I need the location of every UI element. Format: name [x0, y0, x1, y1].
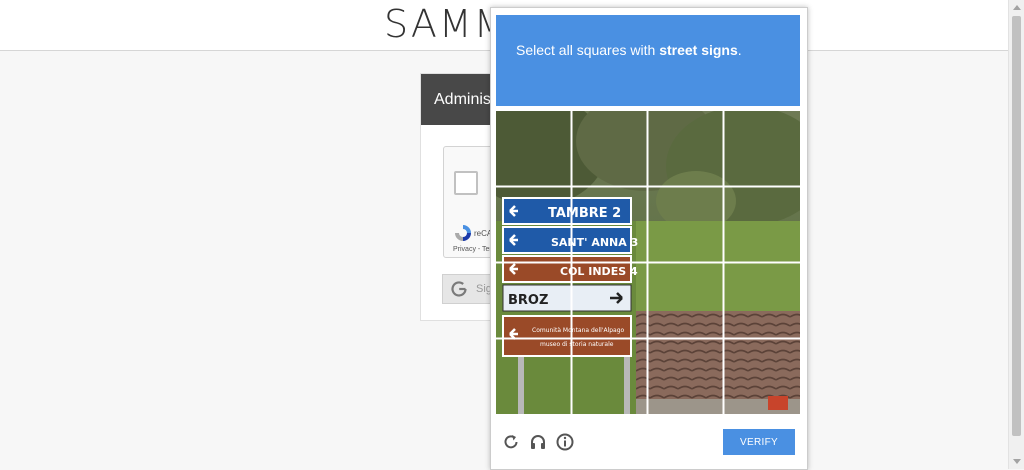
- recaptcha-logo-icon: [455, 225, 471, 241]
- audio-icon[interactable]: [528, 432, 548, 452]
- scroll-up-arrow-icon[interactable]: [1013, 5, 1021, 10]
- captcha-tile-r2-c2[interactable]: [572, 187, 646, 261]
- login-card-title: Adminis: [434, 91, 491, 108]
- captcha-tile-r4-c2[interactable]: [572, 339, 646, 413]
- captcha-tile-r1-c1[interactable]: [496, 111, 570, 185]
- info-icon[interactable]: [555, 432, 575, 452]
- captcha-tile-r2-c1[interactable]: [496, 187, 570, 261]
- captcha-instruction-header: Select all squares with street signs.: [496, 15, 800, 106]
- recaptcha-checkbox[interactable]: [454, 171, 478, 195]
- scroll-down-arrow-icon[interactable]: [1013, 459, 1021, 464]
- captcha-challenge-dialog: Select all squares with street signs. TA…: [490, 7, 808, 470]
- reload-icon[interactable]: [501, 432, 521, 452]
- captcha-instruction-prefix: Select all squares with: [516, 42, 660, 58]
- captcha-instruction-suffix: .: [737, 42, 742, 58]
- verify-button[interactable]: VERIFY: [723, 429, 795, 455]
- captcha-tile-r3-c4[interactable]: [724, 263, 798, 337]
- vertical-scrollbar[interactable]: [1008, 0, 1024, 469]
- captcha-tile-r2-c4[interactable]: [724, 187, 798, 261]
- google-g-icon: [451, 281, 467, 297]
- captcha-tile-r2-c3[interactable]: [648, 187, 722, 261]
- scrollbar-thumb[interactable]: [1012, 16, 1021, 436]
- captcha-tile-r4-c3[interactable]: [648, 339, 722, 413]
- captcha-instruction-target: street signs: [659, 42, 738, 58]
- captcha-tile-r1-c3[interactable]: [648, 111, 722, 185]
- captcha-instruction-text: Select all squares with street signs.: [516, 42, 742, 58]
- captcha-tile-r3-c2[interactable]: [572, 263, 646, 337]
- captcha-tile-r4-c4[interactable]: [724, 339, 798, 413]
- captcha-tile-r1-c2[interactable]: [572, 111, 646, 185]
- captcha-tile-r3-c1[interactable]: [496, 263, 570, 337]
- captcha-tile-r1-c4[interactable]: [724, 111, 798, 185]
- captcha-tile-r4-c1[interactable]: [496, 339, 570, 413]
- captcha-image-grid: TAMBRE 2 SANT' ANNA 3 COL INDES 4 BROZ C…: [496, 111, 800, 414]
- captcha-footer: VERIFY: [491, 419, 807, 469]
- captcha-tile-r3-c3[interactable]: [648, 263, 722, 337]
